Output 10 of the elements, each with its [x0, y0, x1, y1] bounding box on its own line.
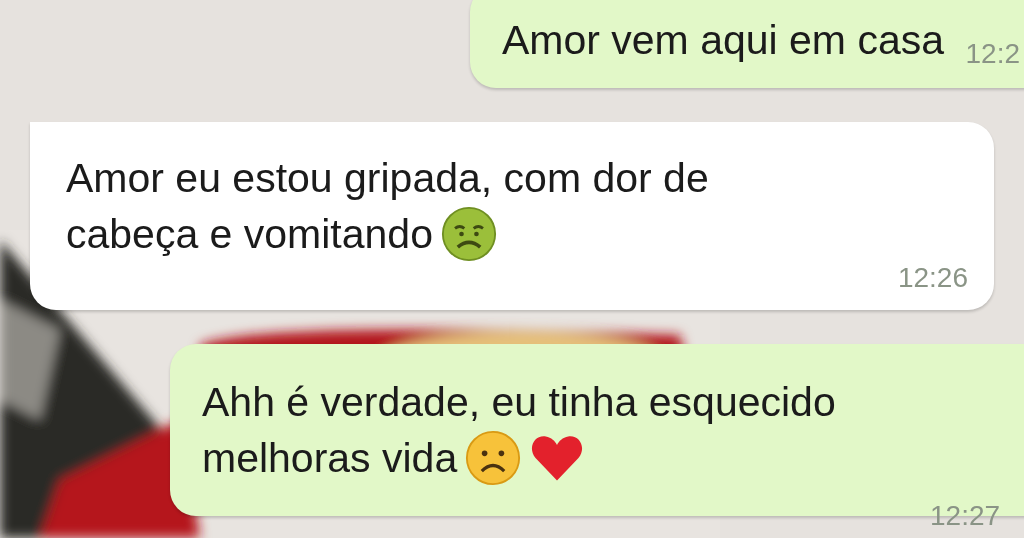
nauseated-face-icon	[440, 206, 497, 262]
message-text: Ahh é verdade, eu tinha esquecido	[202, 378, 836, 427]
message-time: 12:2	[965, 38, 1020, 70]
message-time: 12:26	[897, 262, 968, 294]
message-text: cabeça e vomitando	[66, 210, 433, 259]
message-time: 12:27	[930, 500, 1001, 532]
message-text: Amor vem aqui em casa	[501, 16, 944, 65]
message-text: Amor eu estou gripada, com dor de	[66, 154, 709, 203]
frowning-face-icon	[465, 430, 522, 486]
message-text: melhoras vida	[202, 434, 458, 483]
